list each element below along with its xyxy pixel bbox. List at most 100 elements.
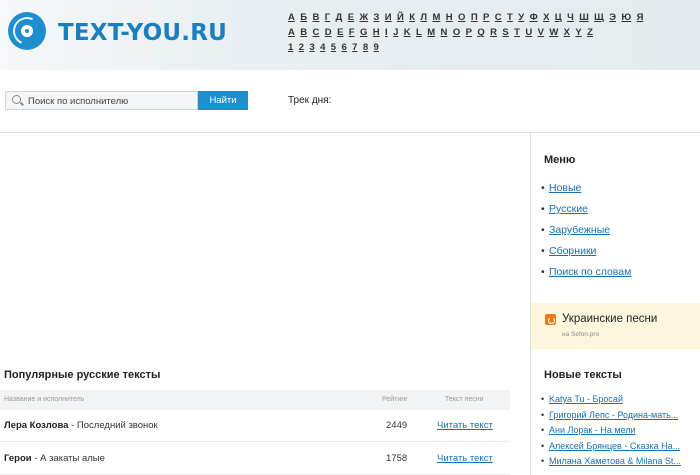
menu-title: Меню (544, 154, 576, 166)
digit-link-0[interactable]: 1 (288, 42, 293, 53)
digit-link-5[interactable]: 6 (341, 42, 346, 53)
letter-link-cyr-15[interactable]: П (471, 12, 478, 23)
menu-item-collections: • Сборники (541, 245, 597, 257)
digit-link-8[interactable]: 9 (374, 42, 379, 53)
letter-link-cyr-20[interactable]: Ф (530, 12, 538, 23)
letter-link-lat-12[interactable]: M (427, 27, 435, 38)
read-lyrics-link[interactable]: Читать текст (437, 420, 493, 431)
letter-link-lat-22[interactable]: W (549, 27, 558, 38)
letter-link-cyr-28[interactable]: Я (637, 12, 644, 23)
letter-link-lat-5[interactable]: F (349, 27, 355, 38)
promo-title[interactable]: Украинские песни (562, 313, 657, 325)
letter-link-cyr-17[interactable]: С (495, 12, 502, 23)
letter-link-lat-7[interactable]: H (373, 27, 380, 38)
letter-link-cyr-18[interactable]: Т (507, 12, 513, 23)
letter-link-lat-13[interactable]: N (441, 27, 448, 38)
letter-link-cyr-0[interactable]: А (288, 12, 295, 23)
search-input[interactable] (28, 94, 193, 108)
letter-link-lat-14[interactable]: O (453, 27, 460, 38)
letter-link-cyr-8[interactable]: И (385, 12, 392, 23)
letter-link-lat-8[interactable]: I (385, 27, 388, 38)
letter-link-cyr-21[interactable]: Х (543, 12, 549, 23)
letter-link-cyr-13[interactable]: Н (446, 12, 453, 23)
column-header-rating: Рейтинг (382, 396, 408, 403)
letter-link-cyr-12[interactable]: М (432, 12, 440, 23)
ukrainian-songs-promo[interactable]: Украинские песни на Sefon.pro (531, 303, 700, 349)
list-item: • Милана Хаметова & Milana St... (541, 456, 681, 467)
column-header-name: Название и исполнитель (4, 396, 85, 403)
letter-link-lat-21[interactable]: V (538, 27, 544, 38)
menu-item-foreign: • Зарубежные (541, 224, 611, 236)
letter-link-cyr-24[interactable]: Ш (579, 12, 589, 23)
digit-link-4[interactable]: 5 (331, 42, 336, 53)
list-item: • Ани Лорак - На мели (541, 425, 636, 436)
letter-link-lat-1[interactable]: B (300, 27, 307, 38)
menu-item-new: • Новые (541, 182, 582, 194)
letter-link-cyr-26[interactable]: Э (609, 12, 616, 23)
search-button[interactable]: Найти (198, 91, 248, 110)
read-lyrics-link[interactable]: Читать текст (437, 453, 493, 464)
artist-name[interactable]: Герои (4, 453, 32, 464)
letter-link-lat-9[interactable]: J (393, 27, 398, 38)
letter-link-lat-6[interactable]: G (360, 27, 367, 38)
digit-link-6[interactable]: 7 (352, 42, 357, 53)
letter-link-lat-20[interactable]: U (525, 27, 532, 38)
header-divider (0, 132, 700, 133)
digit-link-2[interactable]: 3 (309, 42, 314, 53)
letter-link-cyr-22[interactable]: Ц (555, 12, 562, 23)
letter-link-lat-15[interactable]: P (466, 27, 472, 38)
digit-link-7[interactable]: 8 (363, 42, 368, 53)
letter-link-cyr-7[interactable]: З (373, 12, 379, 23)
sefon-icon (545, 314, 556, 325)
letter-link-lat-24[interactable]: Y (575, 27, 581, 38)
letter-link-cyr-25[interactable]: Щ (594, 12, 604, 23)
letter-link-cyr-19[interactable]: У (518, 12, 524, 23)
letter-link-cyr-11[interactable]: Л (420, 12, 427, 23)
letter-link-lat-23[interactable]: X (564, 27, 570, 38)
letter-link-cyr-10[interactable]: К (409, 12, 415, 23)
column-header-lyrics: Текст песни (445, 396, 484, 403)
artist-name[interactable]: Лера Козлова (4, 420, 68, 431)
search-icon (12, 95, 21, 104)
letter-link-cyr-27[interactable]: Ю (621, 12, 631, 23)
letter-link-lat-17[interactable]: R (490, 27, 497, 38)
search-box (5, 91, 198, 110)
new-texts-title: Новые тексты (544, 369, 622, 381)
letter-link-lat-11[interactable]: L (416, 27, 422, 38)
letter-link-lat-0[interactable]: A (288, 27, 295, 38)
letter-link-lat-3[interactable]: D (325, 27, 332, 38)
menu-item-word-search: • Поиск по словам (541, 266, 632, 278)
letter-link-lat-25[interactable]: Z (587, 27, 593, 38)
letter-link-lat-19[interactable]: T (514, 27, 520, 38)
alphabet-cyrillic: АБВГДЕЖЗИЙКЛМНОПРСТУФХЦЧШЩЭЮЯ (288, 12, 649, 23)
table-row: Герои - А закаты алые 1758 Читать текст (0, 443, 510, 475)
letter-link-lat-10[interactable]: K (404, 27, 411, 38)
letter-link-cyr-14[interactable]: О (458, 12, 465, 23)
letter-link-cyr-4[interactable]: Д (336, 12, 343, 23)
list-item: • Katya Tu - Бросай (541, 394, 623, 404)
menu-item-russian: • Русские (541, 203, 588, 215)
letter-link-cyr-2[interactable]: В (312, 12, 319, 23)
song-title-cell: Герои - А закаты алые (4, 453, 105, 464)
letter-link-cyr-9[interactable]: Й (397, 12, 404, 23)
digit-link-1[interactable]: 2 (299, 42, 304, 53)
popular-section-title: Популярные русские тексты (4, 369, 161, 381)
track-of-day-label: Трек дня: (288, 95, 332, 106)
letter-link-cyr-5[interactable]: Е (348, 12, 354, 23)
letter-link-cyr-23[interactable]: Ч (567, 12, 574, 23)
site-name[interactable]: TEXT-YOU.RU (58, 20, 227, 46)
letter-link-lat-16[interactable]: Q (477, 27, 484, 38)
letter-link-lat-4[interactable]: E (337, 27, 343, 38)
letter-link-cyr-16[interactable]: Р (483, 12, 489, 23)
digit-link-3[interactable]: 4 (320, 42, 325, 53)
sidebar-menu: • Новые • Русские • Зарубежные • Сборники • П… (541, 182, 631, 287)
letter-link-cyr-6[interactable]: Ж (359, 12, 368, 23)
site-header: TEXT-YOU.RU АБВГДЕЖЗИЙКЛМНОПРСТУФХЦЧШЩЭЮ… (0, 0, 700, 70)
letter-link-cyr-1[interactable]: Б (300, 12, 307, 23)
letter-link-lat-18[interactable]: S (502, 27, 508, 38)
logo-disc-icon[interactable] (8, 12, 46, 50)
song-name: Последний звонок (76, 420, 158, 431)
letter-link-lat-2[interactable]: C (313, 27, 320, 38)
letter-link-cyr-3[interactable]: Г (325, 12, 330, 23)
promo-subtitle: на Sefon.pro (562, 331, 600, 338)
